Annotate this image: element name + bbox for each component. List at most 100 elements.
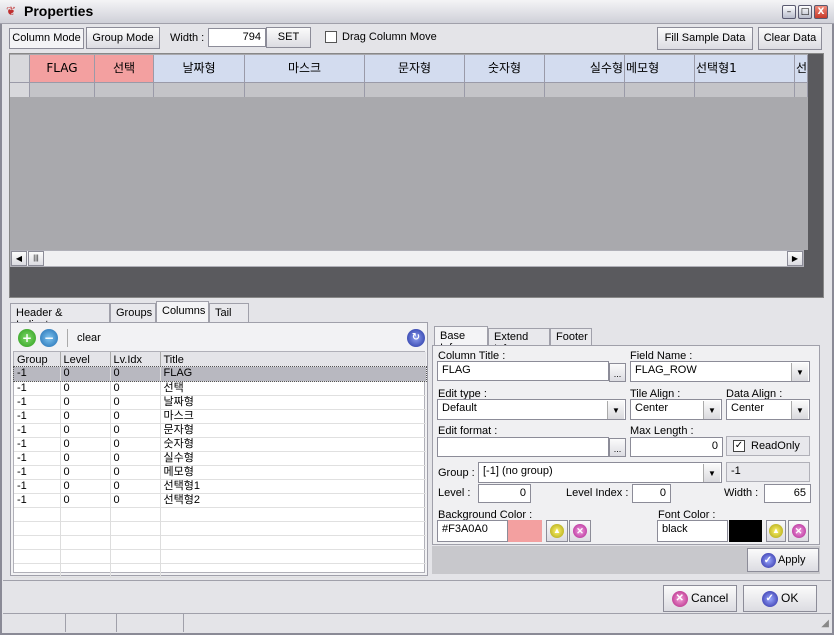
chevron-down-icon[interactable]: ▼ xyxy=(791,401,808,419)
grid-column-header[interactable]: 메모형 xyxy=(625,55,695,82)
list-row[interactable]: -1 0 0 선택 xyxy=(14,381,426,395)
tab-columns[interactable]: Columns xyxy=(156,301,209,323)
grid-cell[interactable] xyxy=(95,82,154,97)
list-row[interactable]: -1 0 0 선택형1 xyxy=(14,479,426,493)
clear-button[interactable]: clear xyxy=(77,332,101,344)
background-color-clear-button[interactable]: ✕ xyxy=(569,520,591,542)
field-name-select[interactable]: FLAG_ROW ▼ xyxy=(630,361,810,382)
edit-type-select[interactable]: Default ▼ xyxy=(437,399,626,420)
grid-column-header[interactable]: 날짜형 xyxy=(154,55,245,82)
group-select[interactable]: [-1] (no group) ▼ xyxy=(478,462,722,483)
grid-cell[interactable] xyxy=(795,82,808,97)
cancel-button[interactable]: ✕ Cancel xyxy=(663,585,737,612)
column-title-ellipsis-button[interactable]: ... xyxy=(609,363,626,382)
header-title[interactable]: Title xyxy=(160,352,426,367)
grid-cell[interactable] xyxy=(695,82,795,97)
header-lv-idx[interactable]: Lv.Idx xyxy=(110,352,161,367)
chevron-down-icon[interactable]: ▼ xyxy=(607,401,624,419)
list-row[interactable]: -1 0 0 날짜형 xyxy=(14,395,426,409)
edit-format-ellipsis-button[interactable]: ... xyxy=(609,438,626,457)
tab-header-indicator[interactable]: Header & Indicator xyxy=(10,303,110,331)
scroll-right-arrow-icon[interactable]: ▶ xyxy=(787,251,803,266)
list-row[interactable] xyxy=(14,549,426,563)
list-row[interactable]: -1 0 0 실수형 xyxy=(14,451,426,465)
chevron-down-icon[interactable]: ▼ xyxy=(703,464,720,482)
list-row[interactable]: -1 0 0 선택형2 xyxy=(14,493,426,507)
grid-column-header[interactable]: 숫자형 xyxy=(465,55,545,82)
apply-button[interactable]: ✓ Apply xyxy=(747,548,819,572)
chevron-down-icon[interactable]: ▼ xyxy=(791,363,808,381)
width-field-label: Width : xyxy=(724,487,759,499)
list-row[interactable] xyxy=(14,521,426,535)
tab-extend-info[interactable]: Extend Info xyxy=(488,328,550,355)
list-row[interactable]: -1 0 0 메모형 xyxy=(14,465,426,479)
list-row[interactable] xyxy=(14,507,426,521)
header-level[interactable]: Level xyxy=(60,352,111,367)
font-color-clear-button[interactable]: ✕ xyxy=(788,520,809,542)
clear-data-button[interactable]: Clear Data xyxy=(758,27,822,50)
header-group[interactable]: Group xyxy=(14,352,61,367)
level-input[interactable]: 0 xyxy=(478,484,531,503)
horizontal-scrollbar[interactable]: ◀ ||| ▶ xyxy=(10,250,804,267)
grid-cell[interactable] xyxy=(545,82,625,97)
grid-column-header[interactable]: 실수형 xyxy=(545,55,625,82)
grid-cell[interactable] xyxy=(465,82,545,97)
tab-base-info[interactable]: Base Info xyxy=(434,326,488,354)
grid-cell[interactable] xyxy=(30,82,95,97)
list-row[interactable] xyxy=(14,563,426,577)
grid-cell[interactable] xyxy=(245,82,365,97)
edit-format-input[interactable] xyxy=(437,437,609,457)
title-bar[interactable]: ❦ Properties – □ X xyxy=(0,0,834,24)
set-button[interactable]: SET xyxy=(266,27,311,48)
ok-button[interactable]: ✓ OK xyxy=(743,585,817,612)
close-button[interactable]: X xyxy=(814,5,828,19)
font-color-swatch[interactable] xyxy=(729,520,762,542)
tab-footer[interactable]: Footer xyxy=(550,328,592,346)
list-row[interactable]: -1 0 0 마스크 xyxy=(14,409,426,423)
grid-column-header[interactable]: FLAG xyxy=(30,55,95,82)
add-icon[interactable]: + xyxy=(18,329,36,347)
tab-tail[interactable]: Tail xyxy=(209,303,249,323)
readonly-checkbox[interactable]: ✓ xyxy=(733,440,745,452)
grid-column-header[interactable]: 선택형1 xyxy=(695,55,795,82)
list-cell: 0 xyxy=(110,367,161,381)
font-color-pick-button[interactable]: ▲ xyxy=(766,520,786,542)
list-row[interactable]: -1 0 0 문자형 xyxy=(14,423,426,437)
grid-column-header[interactable]: 선 xyxy=(795,55,808,82)
minimize-button[interactable]: – xyxy=(782,5,796,19)
tab-groups[interactable]: Groups xyxy=(110,303,156,323)
group-mode-button[interactable]: Group Mode xyxy=(86,27,160,49)
drag-column-move-checkbox[interactable] xyxy=(325,31,337,43)
row-indicator[interactable] xyxy=(10,82,30,97)
data-align-select[interactable]: Center ▼ xyxy=(726,399,810,420)
grid-column-header[interactable]: 문자형 xyxy=(365,55,465,82)
chevron-down-icon[interactable]: ▼ xyxy=(703,401,720,419)
level-index-label: Level Index : xyxy=(566,487,629,499)
background-color-pick-button[interactable]: ▲ xyxy=(546,520,568,542)
refresh-icon[interactable]: ↻ xyxy=(407,329,425,347)
fill-sample-data-button[interactable]: Fill Sample Data xyxy=(657,27,753,50)
tile-align-select[interactable]: Center ▼ xyxy=(630,399,722,420)
background-color-swatch[interactable] xyxy=(508,520,542,542)
width-field-input[interactable]: 65 xyxy=(764,484,811,503)
remove-icon[interactable]: − xyxy=(40,329,58,347)
column-mode-button[interactable]: Column Mode xyxy=(9,28,84,49)
grid-cell[interactable] xyxy=(154,82,245,97)
max-length-input[interactable]: 0 xyxy=(630,437,723,457)
grid-column-header[interactable]: 선택 xyxy=(95,55,154,82)
font-color-input[interactable]: black xyxy=(657,520,728,542)
resize-grip-icon[interactable]: ◢ xyxy=(821,618,829,629)
list-row[interactable] xyxy=(14,535,426,549)
width-input[interactable]: 794 xyxy=(208,28,266,47)
grid-cell[interactable] xyxy=(365,82,465,97)
maximize-button[interactable]: □ xyxy=(798,5,812,19)
background-color-input[interactable]: #F3A0A0 xyxy=(437,520,508,542)
scroll-thumb[interactable]: ||| xyxy=(28,251,44,266)
grid-column-header[interactable]: 마스크 xyxy=(245,55,365,82)
list-row[interactable]: -1 0 0 숫자형 xyxy=(14,437,426,451)
scroll-left-arrow-icon[interactable]: ◀ xyxy=(11,251,27,266)
level-index-input[interactable]: 0 xyxy=(632,484,671,503)
list-row[interactable]: -1 0 0 FLAG xyxy=(13,366,427,382)
grid-cell[interactable] xyxy=(625,82,695,97)
column-title-input[interactable]: FLAG xyxy=(437,361,609,381)
